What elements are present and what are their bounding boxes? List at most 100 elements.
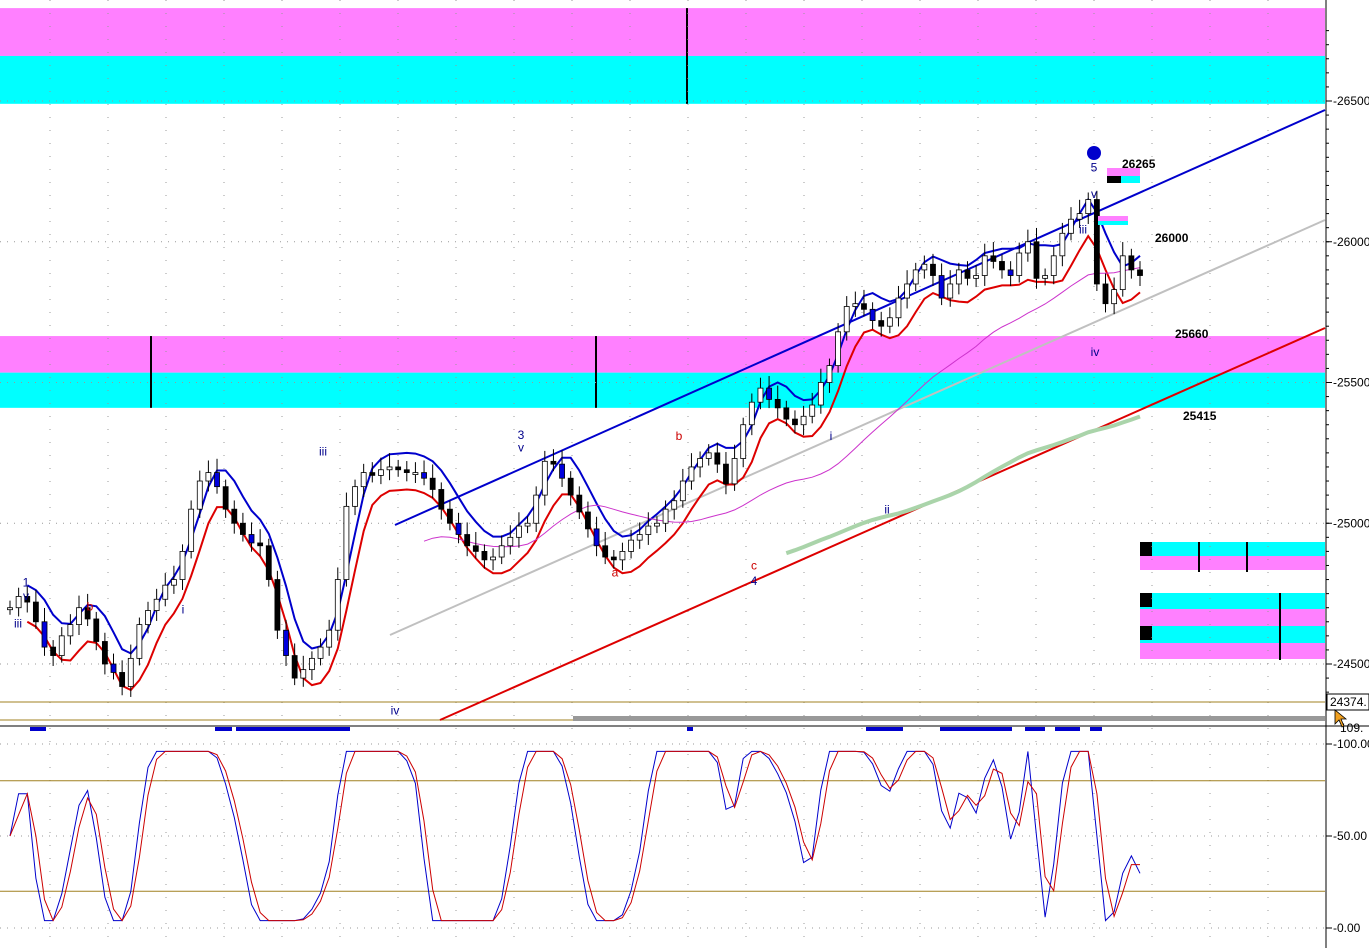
y-tick-label: -26500 [1333,94,1369,108]
candle-body [912,269,919,285]
candle-body [7,607,13,611]
candle-body [697,458,703,468]
wave-label: iii [14,616,22,630]
candle-body [1102,283,1109,305]
signal-bar [215,727,232,731]
candle-body [153,598,160,611]
candle-body [809,404,816,417]
wave-label: 5 [1091,160,1098,174]
candle-body [1068,218,1074,234]
candle-body [610,556,617,561]
wave-label: v [23,589,29,603]
candle-body [76,607,82,625]
candle-body [748,401,755,426]
side-zone-marker-1 [1140,593,1152,607]
candle-body [136,624,143,659]
candle-body [274,579,281,631]
side-zone-2 [1140,593,1325,609]
candle-body [498,545,505,558]
candle-body [516,525,522,538]
chart-canvas[interactable]: 1viiib iiiiiv3vabc4iiiiiiv5iv 26265260002… [0,0,1369,948]
wave-label: v [1091,187,1097,201]
candle-body [309,657,315,671]
candle-body [1033,241,1040,279]
candle-body [1007,269,1014,276]
candle-body [360,472,367,488]
candle-body [352,486,358,507]
candle-body [783,407,790,420]
candle-body [679,480,686,502]
candle-body [705,452,712,459]
level-marker-26265-black [1107,176,1121,183]
candle-body [1042,275,1049,279]
scrollbar [573,716,1325,721]
candle-body [645,525,652,535]
side-zone-5 [1140,643,1325,659]
candle-body [1093,199,1100,285]
y-tick-label: -24500 [1333,657,1369,671]
candle-body [67,624,74,637]
candle-body [981,255,988,276]
y-tick-label: -26000 [1333,235,1369,249]
side-zone-4 [1140,626,1325,643]
candle-body [421,472,427,479]
candle-body [188,508,195,552]
candle-body [403,469,410,473]
candle-body [628,539,634,552]
wave-label: ii [884,502,889,516]
candle-body [162,584,169,600]
candle-body [429,477,436,490]
side-zone-0 [1140,542,1325,556]
zone-0-lower [0,55,1325,104]
candle-body [464,534,471,547]
candle-body [326,629,333,648]
candle-body [826,365,833,383]
candle-body [1076,213,1083,220]
candle-body [541,460,548,496]
candle-body [723,463,729,485]
wave-label: b [676,429,683,443]
wave-5-circle-icon [1087,146,1101,160]
level-label-26000: 26000 [1155,231,1189,245]
candle-body [214,472,220,488]
candle-body [119,672,126,687]
candle-body [110,663,117,673]
candle-body [222,486,229,510]
signal-bar [1090,727,1102,731]
candle-body [567,477,574,496]
candle-body [1111,289,1118,305]
candle-body [1024,241,1031,254]
signal-bar [866,727,903,731]
candle-body [1128,255,1135,271]
candle-body [455,522,462,535]
wave-label: b [87,600,94,614]
background [0,0,1369,948]
candle-body [1059,232,1066,257]
candle-body [895,297,902,319]
candle-body [878,320,885,327]
candle-body [447,508,453,524]
candle-body [533,494,540,524]
candle-body [1085,199,1092,214]
candle-body [317,646,324,659]
candle-body [300,669,307,679]
candle-body [861,303,867,310]
candle-body [343,505,350,580]
candle-body [240,522,246,535]
candle-body [472,545,479,552]
candle-body [1137,269,1143,276]
candle-body [283,629,289,656]
wave-label: iv [1091,345,1100,359]
level-marker-26265-top [1107,168,1140,176]
signal-bar [236,727,350,731]
candle-body [438,489,445,510]
level-label-25415: 25415 [1183,409,1217,423]
wave-label: iii [319,445,327,459]
zone-0-upper [0,8,1325,56]
candle-body [947,283,954,299]
candle-body [291,655,298,679]
level-label-25660: 25660 [1175,327,1209,341]
candle-body [559,463,565,479]
candle-body [757,387,764,403]
candle-body [688,466,695,482]
